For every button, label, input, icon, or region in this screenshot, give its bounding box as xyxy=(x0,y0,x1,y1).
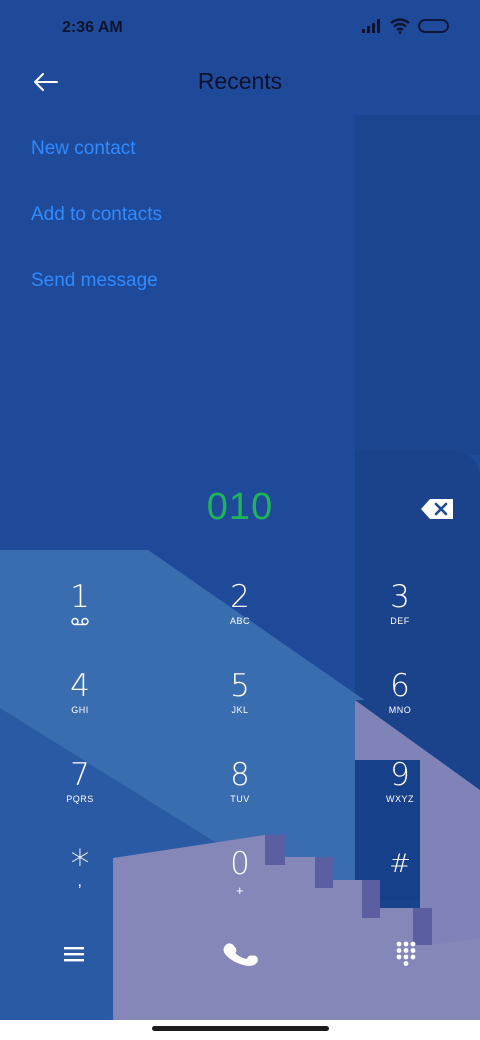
key-digit: 1 xyxy=(70,579,90,615)
key-4[interactable]: 4 GHI xyxy=(0,649,160,737)
add-to-contacts-link[interactable]: Add to contacts xyxy=(31,204,162,226)
status-time: 2:36 AM xyxy=(62,19,123,36)
key-2[interactable]: 2 ABC xyxy=(160,560,320,648)
key-letters: GHI xyxy=(71,705,89,715)
key-1[interactable]: 1 xyxy=(0,560,160,648)
send-message-link[interactable]: Send message xyxy=(31,270,158,292)
key-letters: + xyxy=(235,883,245,898)
wifi-icon xyxy=(390,18,410,34)
dialed-number: 010 xyxy=(206,486,274,528)
key-letters: PQRS xyxy=(66,794,94,804)
dialpad-icon xyxy=(396,941,416,966)
key-letters: ABC xyxy=(229,616,250,626)
dialer-screen: 2:36 AM Recents New contact Add to conta… xyxy=(0,0,480,1040)
key-digit: 3 xyxy=(390,579,410,615)
key-digit: 9 xyxy=(390,757,410,793)
phone-icon xyxy=(223,943,258,966)
key-digit: 5 xyxy=(230,668,250,704)
signal-icon xyxy=(362,19,380,33)
key-digit: 2 xyxy=(230,579,250,615)
key-digit: 0 xyxy=(230,846,250,882)
key-digit: 4 xyxy=(70,668,90,704)
dialpad-toggle-button[interactable] xyxy=(376,929,436,979)
key-digit: 7 xyxy=(70,757,90,793)
key-star[interactable]: * , xyxy=(0,827,160,915)
call-button[interactable] xyxy=(210,929,270,979)
status-bar: 2:36 AM xyxy=(0,0,480,56)
key-0[interactable]: 0 + xyxy=(160,827,320,915)
key-5[interactable]: 5 JKL xyxy=(160,649,320,737)
voicemail-icon xyxy=(71,617,89,626)
key-8[interactable]: 8 TUV xyxy=(160,738,320,826)
key-letters: JKL xyxy=(231,705,249,715)
key-9[interactable]: 9 WXYZ xyxy=(320,738,480,826)
key-letters: MNO xyxy=(388,705,412,715)
key-letters: TUV xyxy=(230,794,250,804)
key-letters: DEF xyxy=(390,616,410,626)
home-indicator[interactable] xyxy=(152,1026,329,1031)
backspace-icon[interactable] xyxy=(420,496,456,522)
key-hash[interactable]: # xyxy=(320,827,480,915)
key-3[interactable]: 3 DEF xyxy=(320,560,480,648)
key-digit: 6 xyxy=(390,668,410,704)
new-contact-link[interactable]: New contact xyxy=(31,138,136,160)
key-6[interactable]: 6 MNO xyxy=(320,649,480,737)
top-bar: Recents xyxy=(0,56,480,108)
page-title: Recents xyxy=(197,68,283,94)
key-letters: WXYZ xyxy=(386,794,414,804)
key-digit: # xyxy=(389,849,411,879)
system-nav-bar xyxy=(0,1020,480,1040)
key-letters: , xyxy=(77,873,83,890)
menu-button[interactable] xyxy=(44,929,104,979)
menu-icon xyxy=(64,947,84,962)
key-7[interactable]: 7 PQRS xyxy=(0,738,160,826)
key-digit: 8 xyxy=(230,757,250,793)
battery-icon xyxy=(418,19,449,33)
status-icons xyxy=(362,18,450,34)
